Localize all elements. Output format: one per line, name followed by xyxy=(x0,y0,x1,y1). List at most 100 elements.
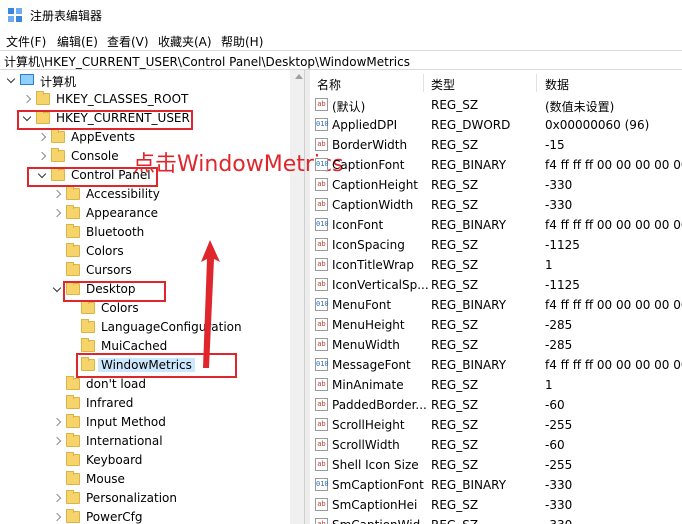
value-name: SmCaptionHei xyxy=(332,498,418,512)
value-data: 1 xyxy=(545,258,553,272)
value-data: f4 ff ff ff 00 00 00 00 00 00 0 xyxy=(545,358,682,372)
column-header-data[interactable]: 数据 xyxy=(545,76,569,93)
value-name: (默认) xyxy=(332,100,366,114)
address-path[interactable]: 计算机\HKEY_CURRENT_USER\Control Panel\Desk… xyxy=(4,53,410,70)
value-row[interactable]: ab MenuWidth REG_SZ -285 xyxy=(310,335,682,355)
expand-icon[interactable] xyxy=(52,513,62,523)
tree-label: PowerCfg xyxy=(86,510,143,524)
column-header-name[interactable]: 名称 xyxy=(317,76,341,93)
collapse-icon[interactable] xyxy=(52,285,62,295)
tree-label: Colors xyxy=(86,244,124,258)
value-row[interactable]: 010 IconFont REG_BINARY f4 ff ff ff 00 00 0… xyxy=(310,215,682,235)
binary-value-icon: 010 xyxy=(315,158,329,171)
value-name: CaptionWidth xyxy=(332,198,414,212)
expand-icon[interactable] xyxy=(52,437,62,447)
folder-icon xyxy=(51,129,65,143)
column-divider[interactable] xyxy=(536,74,537,92)
menu-view[interactable]: 查看(V) xyxy=(107,33,149,50)
value-row[interactable]: 010 MessageFont REG_BINARY f4 ff ff ff 00 0… xyxy=(310,355,682,375)
value-row[interactable]: ab ScrollWidth REG_SZ -60 xyxy=(310,435,682,455)
value-row[interactable]: ab CaptionHeight REG_SZ -330 xyxy=(310,175,682,195)
collapse-icon[interactable] xyxy=(6,76,16,86)
value-row[interactable]: ab IconVerticalSp... REG_SZ -1125 xyxy=(310,275,682,295)
value-row[interactable]: 010 AppliedDPI REG_DWORD 0x00000060 (96) xyxy=(310,115,682,135)
value-type: REG_SZ xyxy=(431,178,479,192)
highlight-desktop xyxy=(63,281,166,302)
arrow-up-icon xyxy=(201,240,220,368)
value-type: REG_BINARY xyxy=(431,358,507,372)
address-bar[interactable]: 计算机\HKEY_CURRENT_USER\Control Panel\Desk… xyxy=(0,50,682,70)
value-data: -255 xyxy=(545,458,573,472)
value-name: AppliedDPI xyxy=(332,118,398,132)
value-name: ScrollHeight xyxy=(332,418,405,432)
value-name: PaddedBorder... xyxy=(332,398,427,412)
expand-icon[interactable] xyxy=(52,418,62,428)
expand-icon[interactable] xyxy=(37,133,47,143)
value-row[interactable]: 010 MenuFont REG_BINARY f4 ff ff ff 00 00 0… xyxy=(310,295,682,315)
tree-scrollbar[interactable] xyxy=(290,70,304,524)
value-data: f4 ff ff ff 00 00 00 00 00 00 0 xyxy=(545,158,682,172)
expand-icon[interactable] xyxy=(52,209,62,219)
value-name: MenuWidth xyxy=(332,338,400,352)
expand-icon[interactable] xyxy=(52,494,62,504)
value-name: SmCaptionWid xyxy=(332,518,420,524)
string-value-icon: ab xyxy=(315,178,328,191)
value-row[interactable]: ab CaptionWidth REG_SZ -330 xyxy=(310,195,682,215)
value-type: REG_SZ xyxy=(431,278,479,292)
value-row[interactable]: 010 SmCaptionFont REG_BINARY -330 xyxy=(310,475,682,495)
value-data: 1 xyxy=(545,378,553,392)
menu-favorites[interactable]: 收藏夹(A) xyxy=(158,33,212,50)
binary-value-icon: 010 xyxy=(315,118,329,131)
tree-label: Accessibility xyxy=(86,187,160,201)
value-name: MenuHeight xyxy=(332,318,405,332)
value-name: MinAnimate xyxy=(332,378,404,392)
value-name: IconSpacing xyxy=(332,238,405,252)
value-row[interactable]: ab Shell Icon Size REG_SZ -255 xyxy=(310,455,682,475)
value-row[interactable]: ab ScrollHeight REG_SZ -255 xyxy=(310,415,682,435)
menu-file[interactable]: 文件(F) xyxy=(6,33,46,50)
value-type: REG_SZ xyxy=(431,238,479,252)
value-type: REG_SZ xyxy=(431,258,479,272)
string-value-icon: ab xyxy=(315,318,328,331)
value-data: -1125 xyxy=(545,278,580,292)
string-value-icon: ab xyxy=(315,98,328,111)
expand-icon[interactable] xyxy=(37,152,47,162)
binary-value-icon: 010 xyxy=(315,478,329,491)
expand-icon[interactable] xyxy=(22,95,32,105)
tree-label: Bluetooth xyxy=(86,225,145,239)
value-type: REG_SZ xyxy=(431,138,479,152)
value-row[interactable]: ab SmCaptionHei REG_SZ -330 xyxy=(310,495,682,515)
value-row[interactable]: ab MenuHeight REG_SZ -285 xyxy=(310,315,682,335)
tree-label: Cursors xyxy=(86,263,132,277)
value-data: -330 xyxy=(545,498,573,512)
folder-icon xyxy=(66,452,80,466)
value-row[interactable]: ab IconTitleWrap REG_SZ 1 xyxy=(310,255,682,275)
column-header-type[interactable]: 类型 xyxy=(431,76,455,93)
menu-edit[interactable]: 编辑(E) xyxy=(57,33,98,50)
value-data: f4 ff ff ff 00 00 00 00 00 00 0 xyxy=(545,298,682,312)
folder-icon xyxy=(66,471,80,485)
expand-icon[interactable] xyxy=(52,190,62,200)
value-name: MenuFont xyxy=(332,298,392,312)
folder-icon xyxy=(66,414,80,428)
value-row[interactable]: 010 CaptionFont REG_BINARY f4 ff ff ff 00 0… xyxy=(310,155,682,175)
value-row[interactable]: ab (默认) REG_SZ (数值未设置) xyxy=(310,95,682,115)
value-data: -255 xyxy=(545,418,573,432)
binary-value-icon: 010 xyxy=(315,298,329,311)
value-row[interactable]: ab MinAnimate REG_SZ 1 xyxy=(310,375,682,395)
column-divider[interactable] xyxy=(423,74,424,92)
window-title: 注册表编辑器 xyxy=(30,9,103,23)
menu-help[interactable]: 帮助(H) xyxy=(221,33,263,50)
value-row[interactable]: ab BorderWidth REG_SZ -15 xyxy=(310,135,682,155)
value-name: ScrollWidth xyxy=(332,438,400,452)
scroll-up-arrow-icon[interactable] xyxy=(295,74,303,79)
folder-icon xyxy=(81,300,95,314)
value-data: -1125 xyxy=(545,238,580,252)
value-row[interactable]: ab IconSpacing REG_SZ -1125 xyxy=(310,235,682,255)
value-row[interactable]: ab PaddedBorder... REG_SZ -60 xyxy=(310,395,682,415)
value-type: REG_SZ xyxy=(431,378,479,392)
value-name: Shell Icon Size xyxy=(332,458,419,472)
string-value-icon: ab xyxy=(315,338,328,351)
string-value-icon: ab xyxy=(315,278,328,291)
value-row[interactable]: ab SmCaptionWid REG_SZ -330 xyxy=(310,515,682,524)
